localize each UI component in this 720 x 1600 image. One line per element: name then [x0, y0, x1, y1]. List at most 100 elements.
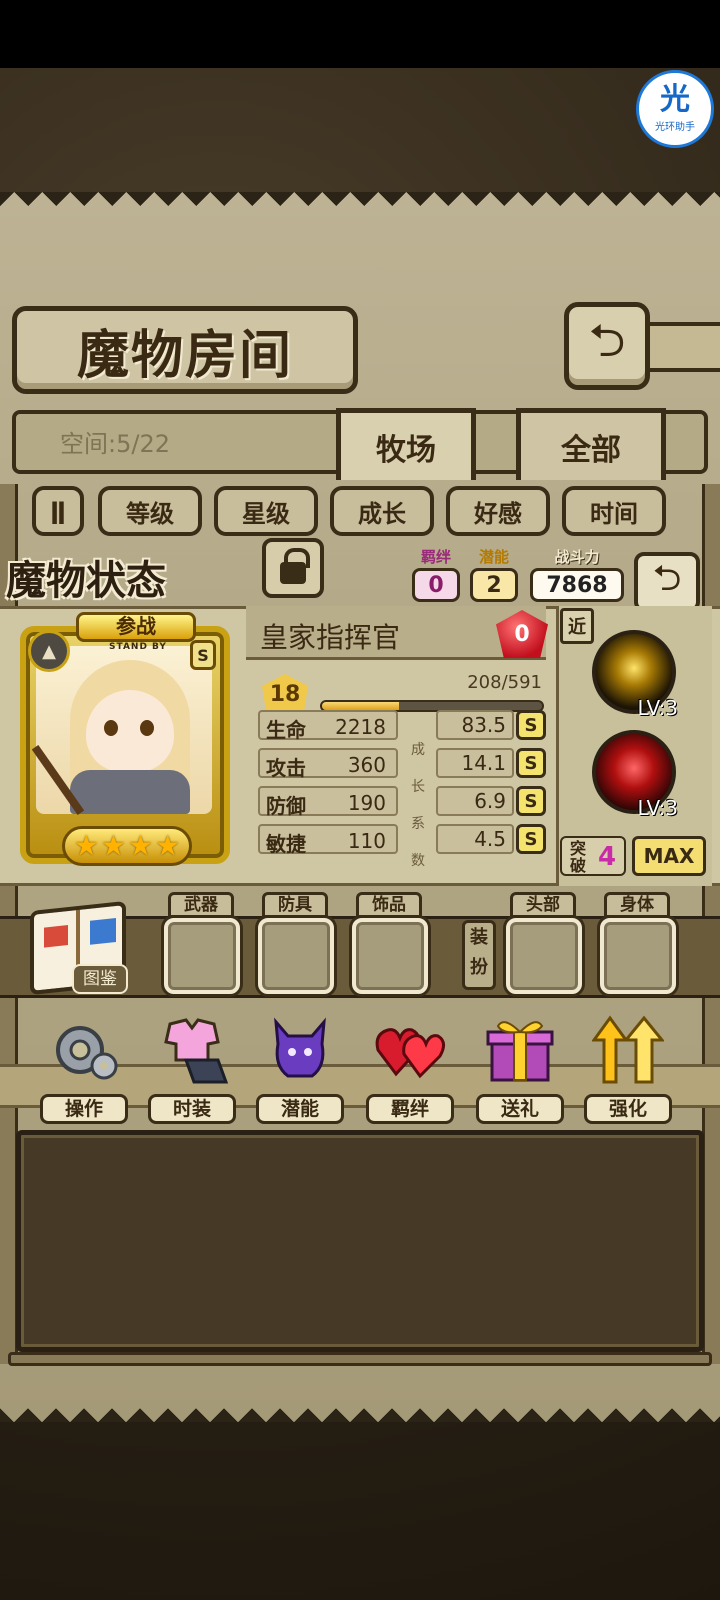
attribute-label: 生命 2218	[258, 710, 398, 742]
growth-value: 4.5	[436, 824, 514, 854]
growth-value: 83.5	[436, 710, 514, 740]
potential-label: 潜能	[478, 548, 509, 566]
monster-list-area[interactable]	[16, 1130, 704, 1352]
bond-value: 0	[412, 568, 460, 602]
monster-status-title: 魔物状态	[6, 557, 166, 604]
list-bottom-rail	[8, 1352, 712, 1366]
upgrade-label: 强化	[584, 1094, 672, 1124]
breakthrough-value: 4	[598, 842, 617, 872]
attribute-row: 防御 190 6.9 S	[258, 786, 546, 818]
sort-growth-button[interactable]: 成长	[330, 486, 434, 536]
portrait-eye-right	[140, 720, 154, 736]
attribute-key: 生命	[266, 718, 306, 742]
lock-button[interactable]	[262, 538, 324, 598]
star-icon: ★	[155, 829, 181, 862]
attribute-label: 敏捷 110	[258, 824, 398, 856]
growth-label-char: 长	[411, 779, 425, 795]
growth-label-char: 数	[411, 853, 425, 869]
attribute-value: 190	[347, 791, 386, 815]
sort-affection-button[interactable]: 好感	[446, 486, 550, 536]
tab-pasture[interactable]: 牧场	[336, 408, 476, 480]
breakthrough-title: 突破	[569, 839, 586, 875]
rank-badge: S	[190, 640, 216, 670]
sort-filter-row: ǁ 等级 星级 成长 好感 时间	[12, 478, 708, 548]
max-button[interactable]: MAX	[632, 836, 706, 876]
bond-button[interactable]: 羁绊	[362, 1010, 458, 1128]
gift-button[interactable]: 送礼	[472, 1010, 568, 1128]
dress-up-tag: 装扮	[462, 920, 496, 990]
upgrade-arrows-icon	[592, 1015, 664, 1084]
attribute-label: 攻击 360	[258, 748, 398, 780]
sort-star-button[interactable]: 星级	[214, 486, 318, 536]
costume-icon	[164, 1018, 228, 1084]
operate-button[interactable]: 操作	[36, 1010, 132, 1128]
portrait-eye-left	[104, 720, 118, 736]
power-chip: 战斗力 7868	[530, 548, 624, 602]
panel-bottom-edge	[0, 1394, 720, 1422]
attribute-row: 生命 2218 83.5 S	[258, 710, 546, 742]
armor-slot[interactable]	[258, 918, 334, 994]
grade-badge: S	[516, 748, 546, 778]
grade-badge: S	[516, 824, 546, 854]
growth-label-char: 系	[411, 816, 425, 832]
attribute-key: 防御	[266, 794, 306, 818]
bond-chip: 羁绊 0	[412, 548, 460, 602]
star-icon: ★	[73, 829, 99, 862]
skill-level: LV:3	[637, 696, 678, 720]
affinity-value: 0	[514, 621, 530, 647]
assistant-badge[interactable]: 光 光环助手	[636, 70, 714, 148]
growth-coefficient-label: 成 长 系 数	[410, 732, 426, 880]
codex-label[interactable]: 图鉴	[72, 964, 128, 994]
sort-toggle-button[interactable]: ǁ	[32, 486, 84, 536]
bond-label: 羁绊	[420, 548, 451, 566]
potential-chip: 潜能 2	[470, 548, 518, 602]
power-value: 7868	[530, 568, 624, 602]
potential-button[interactable]: 潜能	[252, 1010, 348, 1128]
potential-label: 潜能	[256, 1094, 344, 1124]
upgrade-button[interactable]: 强化	[580, 1010, 676, 1128]
weapon-slot[interactable]	[164, 918, 240, 994]
grade-badge: S	[516, 786, 546, 816]
accessory-slot-title: 饰品	[356, 892, 422, 918]
attribute-key: 敏捷	[266, 832, 306, 856]
exp-text: 208/591	[467, 672, 542, 693]
panel-top-edge	[0, 192, 720, 220]
head-slot-title: 头部	[510, 892, 576, 918]
growth-value: 14.1	[436, 748, 514, 778]
range-tag: 近	[560, 608, 594, 644]
class-mountain-icon: ▲	[28, 630, 70, 672]
system-status-bar	[0, 0, 720, 68]
growth-value: 6.9	[436, 786, 514, 816]
attribute-value: 110	[347, 829, 386, 853]
return-arrow-icon: ⮌	[652, 557, 682, 599]
tab-all[interactable]: 全部	[516, 408, 666, 480]
costume-button[interactable]: 时装	[144, 1010, 240, 1128]
sort-time-button[interactable]: 时间	[562, 486, 666, 536]
page-title-plate: 魔物房间	[12, 306, 358, 394]
gift-label: 送礼	[476, 1094, 564, 1124]
potential-value: 2	[470, 568, 518, 602]
assistant-badge-label: 光环助手	[655, 122, 695, 133]
deploy-banner[interactable]: 参战	[76, 612, 196, 642]
gift-icon	[486, 1021, 554, 1082]
grade-badge: S	[516, 710, 546, 740]
monster-status-header: 魔物状态	[6, 548, 236, 604]
breakthrough-row: 突破 4 MAX	[560, 834, 708, 880]
sort-level-button[interactable]: 等级	[98, 486, 202, 536]
monster-name: 皇家指挥官	[260, 621, 401, 654]
star-icon: ★	[100, 829, 126, 862]
attribute-value: 2218	[335, 715, 386, 739]
head-slot[interactable]	[506, 918, 582, 994]
attribute-label: 防御 190	[258, 786, 398, 818]
star-icon: ★	[128, 829, 154, 862]
status-back-button[interactable]: ⮌	[634, 552, 700, 612]
title-ribbon	[650, 322, 720, 372]
body-slot-title: 身体	[604, 892, 670, 918]
page-title: 魔物房间	[76, 324, 293, 386]
accessory-slot[interactable]	[352, 918, 428, 994]
bond-label-btn: 羁绊	[366, 1094, 454, 1124]
operate-label: 操作	[40, 1094, 128, 1124]
weapon-slot-title: 武器	[168, 892, 234, 918]
back-button[interactable]: ⮌	[564, 302, 650, 390]
body-slot[interactable]	[600, 918, 676, 994]
